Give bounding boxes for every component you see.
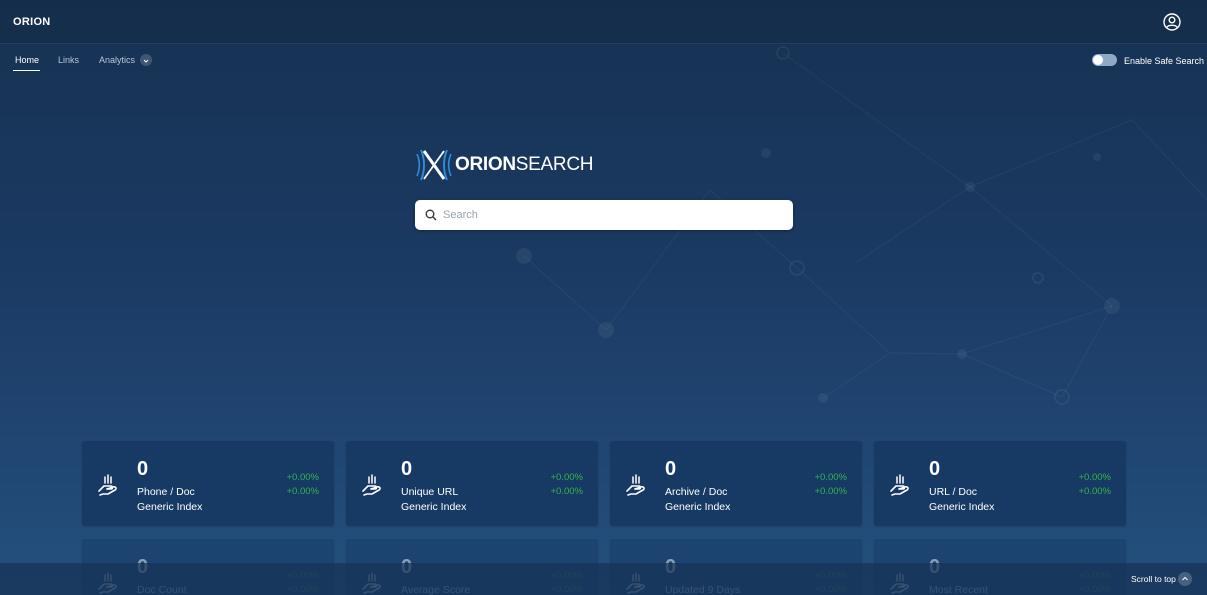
search-icon — [425, 209, 437, 221]
stat-card: 0 URL / Doc Generic Index +0.00% +0.00% — [874, 441, 1126, 526]
stat-label: Unique URL Generic Index — [401, 485, 541, 515]
stat-change-2: +0.00% — [1078, 486, 1112, 497]
stat-label-line2: Generic Index — [929, 501, 995, 513]
stat-change-2: +0.00% — [550, 486, 584, 497]
stat-change-2: +0.00% — [814, 486, 848, 497]
stat-label-line2: Generic Index — [401, 501, 467, 513]
stat-label-line1: Unique URL — [401, 486, 459, 498]
hand-coffee-icon — [888, 473, 912, 502]
logo-text-bold: ORION — [455, 154, 516, 175]
active-tab-underline — [13, 70, 40, 71]
stat-card: 0 Archive / Doc Generic Index +0.00% +0.00% — [610, 441, 862, 526]
scroll-to-top-link[interactable]: Scroll to top — [1131, 574, 1176, 584]
stat-value: 0 — [665, 458, 677, 480]
top-bar: ORION — [0, 0, 1207, 44]
hand-coffee-icon — [360, 473, 384, 502]
chevron-up-icon[interactable] — [1178, 572, 1192, 586]
search-box[interactable] — [415, 200, 793, 230]
safe-search-toggle[interactable] — [1092, 54, 1117, 66]
stat-label: Phone / Doc Generic Index — [137, 485, 277, 515]
stat-value: 0 — [401, 458, 413, 480]
tab-home[interactable]: Home — [15, 55, 39, 65]
stat-label-line1: Archive / Doc — [665, 486, 728, 498]
stat-label-line2: Generic Index — [137, 501, 203, 513]
user-icon[interactable] — [1162, 12, 1182, 32]
bottom-overlay — [0, 563, 1207, 595]
stat-label-line1: Phone / Doc — [137, 486, 195, 498]
chevron-down-icon[interactable] — [140, 54, 152, 66]
stat-change-2: +0.00% — [286, 486, 320, 497]
orion-logo-icon — [416, 149, 452, 181]
tab-analytics[interactable]: Analytics — [99, 55, 135, 65]
hand-coffee-icon — [624, 473, 648, 502]
stat-change-1: +0.00% — [814, 472, 848, 483]
stat-change-1: +0.00% — [550, 472, 584, 483]
logo-text-light: SEARCH — [515, 154, 594, 175]
tab-links[interactable]: Links — [58, 55, 79, 65]
safe-search-label: Enable Safe Search — [1124, 56, 1205, 66]
stat-card: 0 Phone / Doc Generic Index +0.00% +0.00% — [82, 441, 334, 526]
brand-logo[interactable]: ORION — [13, 16, 51, 28]
stat-label: URL / Doc Generic Index — [929, 485, 1069, 515]
stat-card: 0 Unique URL Generic Index +0.00% +0.00% — [346, 441, 598, 526]
stat-change-1: +0.00% — [286, 472, 320, 483]
search-input[interactable] — [443, 205, 783, 225]
stat-label: Archive / Doc Generic Index — [665, 485, 805, 515]
stat-value: 0 — [137, 458, 149, 480]
stat-value: 0 — [929, 458, 941, 480]
stat-change-1: +0.00% — [1078, 472, 1112, 483]
stat-label-line1: URL / Doc — [929, 486, 978, 498]
hand-coffee-icon — [96, 473, 120, 502]
nav-bar: Home Links Analytics — [0, 44, 1207, 78]
orion-search-logo: ORIONSEARCH — [415, 145, 605, 185]
stat-label-line2: Generic Index — [665, 501, 731, 513]
